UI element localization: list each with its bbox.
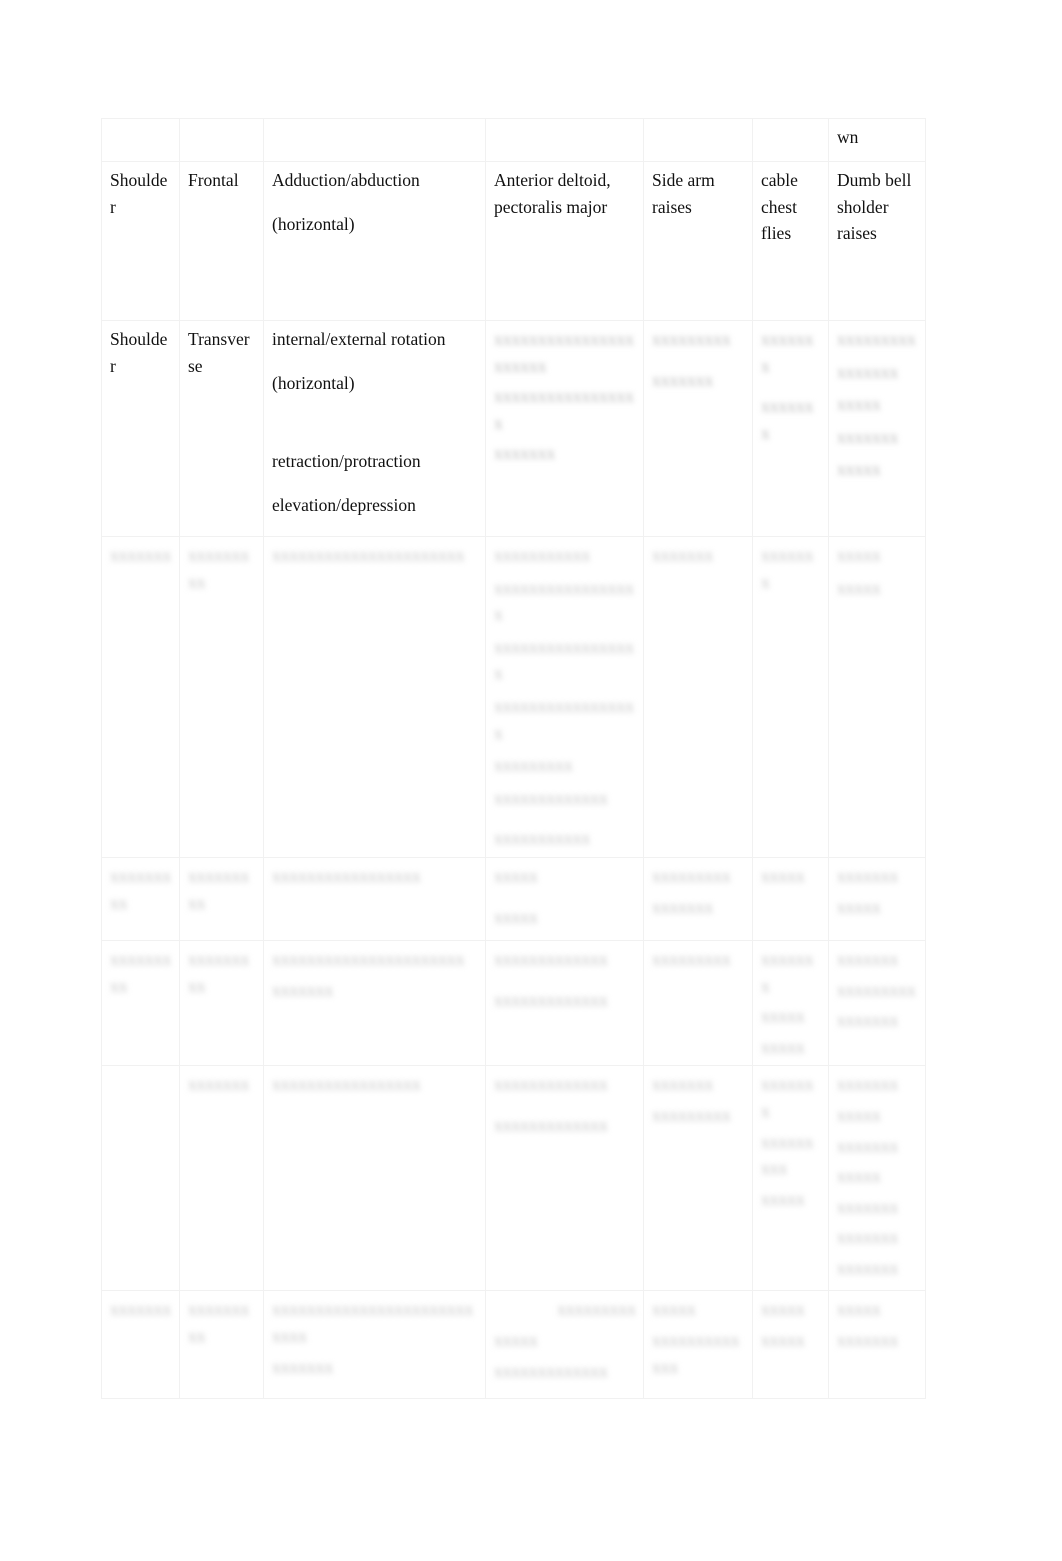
cell-muscles xyxy=(485,118,644,162)
cell-exercise-3: wn xyxy=(828,118,926,162)
cell-plane: Frontal xyxy=(179,161,264,321)
table-row: xxxxxxx xxxxxxxxx xxxxxxxxxxxxxxxxxxxxxx… xyxy=(101,536,926,858)
cell-movement: xxxxxxxxxxxxxxxxxxxxxx xyxy=(263,536,486,858)
cell-exercise-1: xxxxxxx xxxxxxxxx xyxy=(643,1065,753,1292)
cell-muscles: xxxxxxxxxxx xxxxxxxxxxxxxxxxx xxxxxxxxxx… xyxy=(485,536,644,858)
cell-exercise-1 xyxy=(643,118,753,162)
cell-exercise-1: xxxxx xxxxxxxxxxxxx xyxy=(643,1290,753,1400)
cell-joint: Shoulder xyxy=(101,320,180,537)
cell-joint: xxxxxxx xyxy=(101,1290,180,1400)
cell-joint: xxxxxxx xyxy=(101,536,180,858)
table-row: xxxxxxx xxxxxxxxx xxxxxxxxxxxxxxxxxxxxxx… xyxy=(101,1290,926,1400)
cell-movement: xxxxxxxxxxxxxxxxxxxxxx xxxxxxx xyxy=(263,939,486,1067)
cell-movement: xxxxxxxxxxxxxxxxxxxxxxxxxxx xxxxxxx xyxy=(263,1290,486,1400)
cell-muscles: xxxxxxxxxxxxxxxxxxxxxx xxxxxxxxxxxxxxxxx… xyxy=(485,320,644,537)
cell-movement xyxy=(263,118,486,162)
continuation-text: wn xyxy=(837,127,859,147)
cell-muscles: xxxxx xxxxx xyxy=(485,856,644,941)
cell-plane: xxxxxxxxx xyxy=(179,536,264,858)
cell-muscles: xxxxxxxxxxxxx xxxxxxxxxxxxx xyxy=(485,1065,644,1292)
cell-exercise-1: xxxxxxxxx xxxxxxx xyxy=(643,856,753,941)
cell-exercise-2: xxxxxxx xxxxx xxxxx xyxy=(752,939,829,1067)
cell-movement: internal/external rotation (horizontal) … xyxy=(263,320,486,537)
cell-joint: xxxxxxxxx xyxy=(101,856,180,941)
cell-plane: xxxxxxxxx xyxy=(179,1290,264,1400)
cell-joint: Shoulder xyxy=(101,161,180,321)
cell-movement: Adduction/abduction (horizontal) xyxy=(263,161,486,321)
cell-exercise-1: Side arm raises xyxy=(643,161,753,321)
cell-plane xyxy=(179,118,264,162)
cell-joint xyxy=(101,1065,180,1292)
cell-joint: xxxxxxxxx xyxy=(101,939,180,1067)
cell-exercise-1: xxxxxxxxx xxxxxxx xyxy=(643,320,753,537)
cell-exercise-1: xxxxxxx xyxy=(643,536,753,858)
table-row: wn xyxy=(101,118,926,162)
table-row: xxxxxxxxx xxxxxxxxx xxxxxxxxxxxxxxxxx xx… xyxy=(101,856,926,941)
cell-exercise-3: xxxxxxx xxxxxxxxx xxxxxxx xyxy=(828,939,926,1067)
table-row: Shoulder Transverse internal/external ro… xyxy=(101,320,926,537)
table-row: xxxxxxx xxxxxxxxxxxxxxxxx xxxxxxxxxxxxx … xyxy=(101,1065,926,1292)
cell-exercise-3: xxxxxxx xxxxx xxxxxxx xxxxx xxxxxxx xxxx… xyxy=(828,1065,926,1292)
cell-exercise-3: Dumb bell sholder raises xyxy=(828,161,926,321)
movement-analysis-table: wn Shoulder Frontal Adduction/abduction … xyxy=(101,118,926,1400)
cell-exercise-2: xxxxxxx xxxxxxx xyxy=(752,320,829,537)
cell-exercise-2: xxxxxxx xxxxxxxxx xxxxx xyxy=(752,1065,829,1292)
cell-exercise-2: xxxxx xyxy=(752,856,829,941)
cell-muscles: xxxxxxxxxxxxx xxxxxxxxxxxxx xyxy=(485,939,644,1067)
cell-plane: Transverse xyxy=(179,320,264,537)
cell-exercise-3: xxxxx xxxxx xyxy=(828,536,926,858)
cell-exercise-1: xxxxxxxxx xyxy=(643,939,753,1067)
document-page: wn Shoulder Frontal Adduction/abduction … xyxy=(0,0,1062,1561)
cell-exercise-2: xxxxx xxxxx xyxy=(752,1290,829,1400)
cell-exercise-3: xxxxxxxxx xxxxxxx xxxxx xxxxxxx xxxxx xyxy=(828,320,926,537)
table-row: Shoulder Frontal Adduction/abduction (ho… xyxy=(101,161,926,321)
cell-exercise-3: xxxxxxx xxxxx xyxy=(828,856,926,941)
cell-exercise-2: cable chest flies xyxy=(752,161,829,321)
cell-movement: xxxxxxxxxxxxxxxxx xyxy=(263,1065,486,1292)
cell-muscles: xxxxxxxxx xxxxx xxxxxxxxxxxxx xyxy=(485,1290,644,1400)
cell-plane: xxxxxxxxx xyxy=(179,856,264,941)
cell-exercise-3: xxxxx xxxxxxx xyxy=(828,1290,926,1400)
cell-exercise-2: xxxxxxx xyxy=(752,536,829,858)
cell-plane: xxxxxxxxx xyxy=(179,939,264,1067)
table-row: xxxxxxxxx xxxxxxxxx xxxxxxxxxxxxxxxxxxxx… xyxy=(101,939,926,1067)
cell-muscles: Anterior deltoid, pectoralis major xyxy=(485,161,644,321)
cell-exercise-2 xyxy=(752,118,829,162)
cell-movement: xxxxxxxxxxxxxxxxx xyxy=(263,856,486,941)
cell-joint xyxy=(101,118,180,162)
cell-plane: xxxxxxx xyxy=(179,1065,264,1292)
